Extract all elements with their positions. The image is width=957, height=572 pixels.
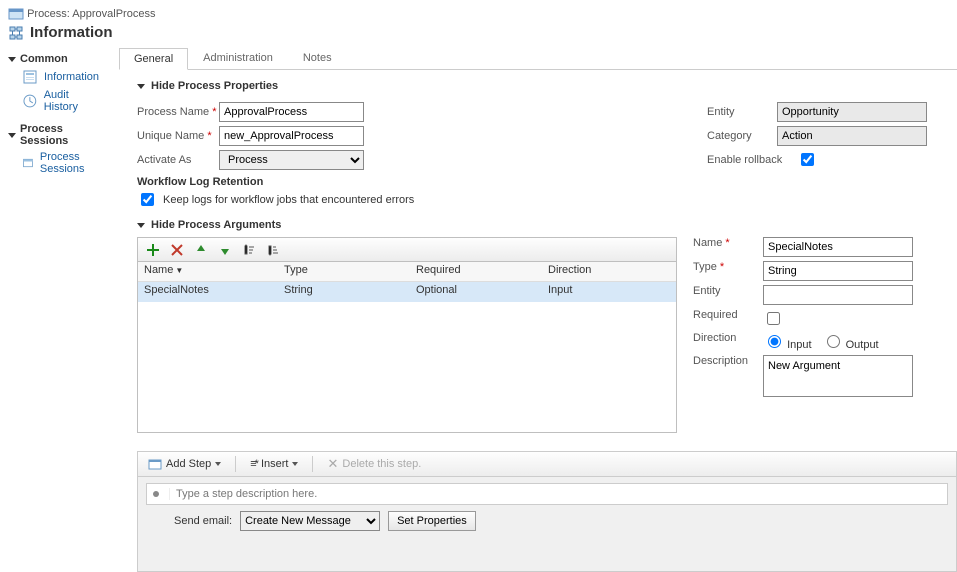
sort-desc-icon[interactable]: [266, 243, 280, 257]
delete-step-button[interactable]: ✕ Delete this step.: [323, 454, 425, 474]
step-row[interactable]: Type a step description here.: [146, 483, 948, 505]
label-arg-name: Name *: [693, 237, 763, 249]
cell-name: SpecialNotes: [138, 282, 278, 302]
window-header: Process: ApprovalProcess Information: [0, 0, 957, 43]
radio-input[interactable]: Input: [763, 332, 812, 351]
tab-notes[interactable]: Notes: [288, 47, 347, 69]
form-icon: [22, 69, 38, 85]
step-description-placeholder[interactable]: Type a step description here.: [169, 488, 941, 500]
message-select[interactable]: Create New Message: [240, 511, 380, 531]
steps-canvas: Type a step description here. Send email…: [137, 477, 957, 572]
arg-name-input[interactable]: [763, 237, 913, 257]
cell-required: Optional: [410, 282, 542, 302]
process-label: Process: ApprovalProcess: [27, 8, 155, 20]
process-icon: [8, 25, 24, 41]
radio-output[interactable]: Output: [822, 332, 879, 351]
sort-asc-icon[interactable]: [242, 243, 256, 257]
nav-heading-common[interactable]: Common: [8, 53, 105, 65]
add-step-icon: [148, 457, 162, 471]
cell-type: String: [278, 282, 410, 302]
col-name[interactable]: Name▼: [138, 262, 278, 281]
tab-administration[interactable]: Administration: [188, 47, 288, 69]
cell-direction: Input: [542, 282, 676, 302]
insert-button[interactable]: ≡* Insert: [246, 456, 302, 472]
move-up-icon[interactable]: [194, 243, 208, 257]
category-readonly: [777, 126, 927, 146]
chevron-down-icon: [292, 462, 298, 466]
steps-toolbar: Add Step ≡* Insert ✕ Delete this step.: [137, 451, 957, 477]
separator: [312, 456, 313, 472]
arg-required-checkbox[interactable]: [767, 312, 780, 325]
x-icon: ✕: [327, 456, 338, 472]
section-arguments[interactable]: Hide Process Arguments: [137, 219, 957, 231]
workflow-retention-heading: Workflow Log Retention: [137, 176, 679, 188]
chevron-down-icon: [137, 84, 145, 89]
activate-as-select[interactable]: Process: [219, 150, 364, 170]
nav-item-label: Audit History: [44, 89, 105, 113]
arg-entity-input[interactable]: [763, 285, 913, 305]
process-name-input[interactable]: [219, 102, 364, 122]
step-action-label: Send email:: [174, 515, 232, 527]
chevron-down-icon: [137, 223, 145, 228]
argument-row[interactable]: SpecialNotes String Optional Input: [138, 282, 676, 302]
col-direction[interactable]: Direction: [542, 262, 676, 281]
arguments-toolbar: [138, 238, 676, 262]
nav-item-process-sessions[interactable]: Process Sessions: [22, 151, 105, 175]
unique-name-input[interactable]: [219, 126, 364, 146]
keep-logs-label: Keep logs for workflow jobs that encount…: [163, 194, 414, 206]
nav-item-audit-history[interactable]: Audit History: [22, 89, 105, 113]
label-enable-rollback: Enable rollback: [707, 154, 797, 166]
label-process-name: Process Name *: [137, 106, 219, 118]
tab-strip: General Administration Notes: [119, 43, 957, 70]
add-icon[interactable]: [146, 243, 160, 257]
nav-item-label: Process Sessions: [40, 151, 105, 175]
grid-empty-area: [138, 302, 676, 432]
keep-logs-checkbox[interactable]: [141, 193, 154, 206]
label-arg-direction: Direction: [693, 332, 763, 344]
bullet-icon: [153, 491, 159, 497]
move-down-icon[interactable]: [218, 243, 232, 257]
sort-indicator-icon: ▼: [175, 266, 183, 275]
left-nav: Common Information Audit History Process…: [0, 43, 113, 572]
history-icon: [22, 93, 38, 109]
arg-type-input[interactable]: [763, 261, 913, 281]
entity-readonly: [777, 102, 927, 122]
sessions-icon: [22, 155, 34, 171]
enable-rollback-checkbox[interactable]: [801, 153, 814, 166]
label-arg-required: Required: [693, 309, 763, 321]
label-entity: Entity: [707, 106, 777, 118]
arg-description-textarea[interactable]: [763, 355, 913, 397]
set-properties-button[interactable]: Set Properties: [388, 511, 476, 531]
chevron-down-icon: [8, 57, 16, 62]
label-arg-type: Type *: [693, 261, 763, 273]
argument-details: Name * Type * Entity Required Direction: [693, 237, 957, 433]
label-arg-entity: Entity: [693, 285, 763, 297]
nav-heading-sessions[interactable]: Process Sessions: [8, 123, 105, 147]
insert-icon: ≡*: [250, 458, 257, 470]
col-type[interactable]: Type: [278, 262, 410, 281]
col-required[interactable]: Required: [410, 262, 542, 281]
nav-item-label: Information: [44, 71, 99, 83]
delete-icon[interactable]: [170, 243, 184, 257]
chevron-down-icon: [8, 133, 16, 138]
separator: [235, 456, 236, 472]
label-activate-as: Activate As: [137, 154, 219, 166]
section-properties[interactable]: Hide Process Properties: [137, 80, 957, 92]
nav-item-information[interactable]: Information: [22, 69, 105, 85]
label-unique-name: Unique Name *: [137, 130, 219, 142]
add-step-button[interactable]: Add Step: [144, 455, 225, 473]
process-small-icon: [8, 6, 24, 22]
label-arg-description: Description: [693, 355, 763, 367]
label-category: Category: [707, 130, 777, 142]
tab-general[interactable]: General: [119, 48, 188, 70]
page-title: Information: [30, 24, 113, 41]
chevron-down-icon: [215, 462, 221, 466]
arguments-grid: Name▼ Type Required Direction SpecialNot…: [137, 237, 677, 433]
